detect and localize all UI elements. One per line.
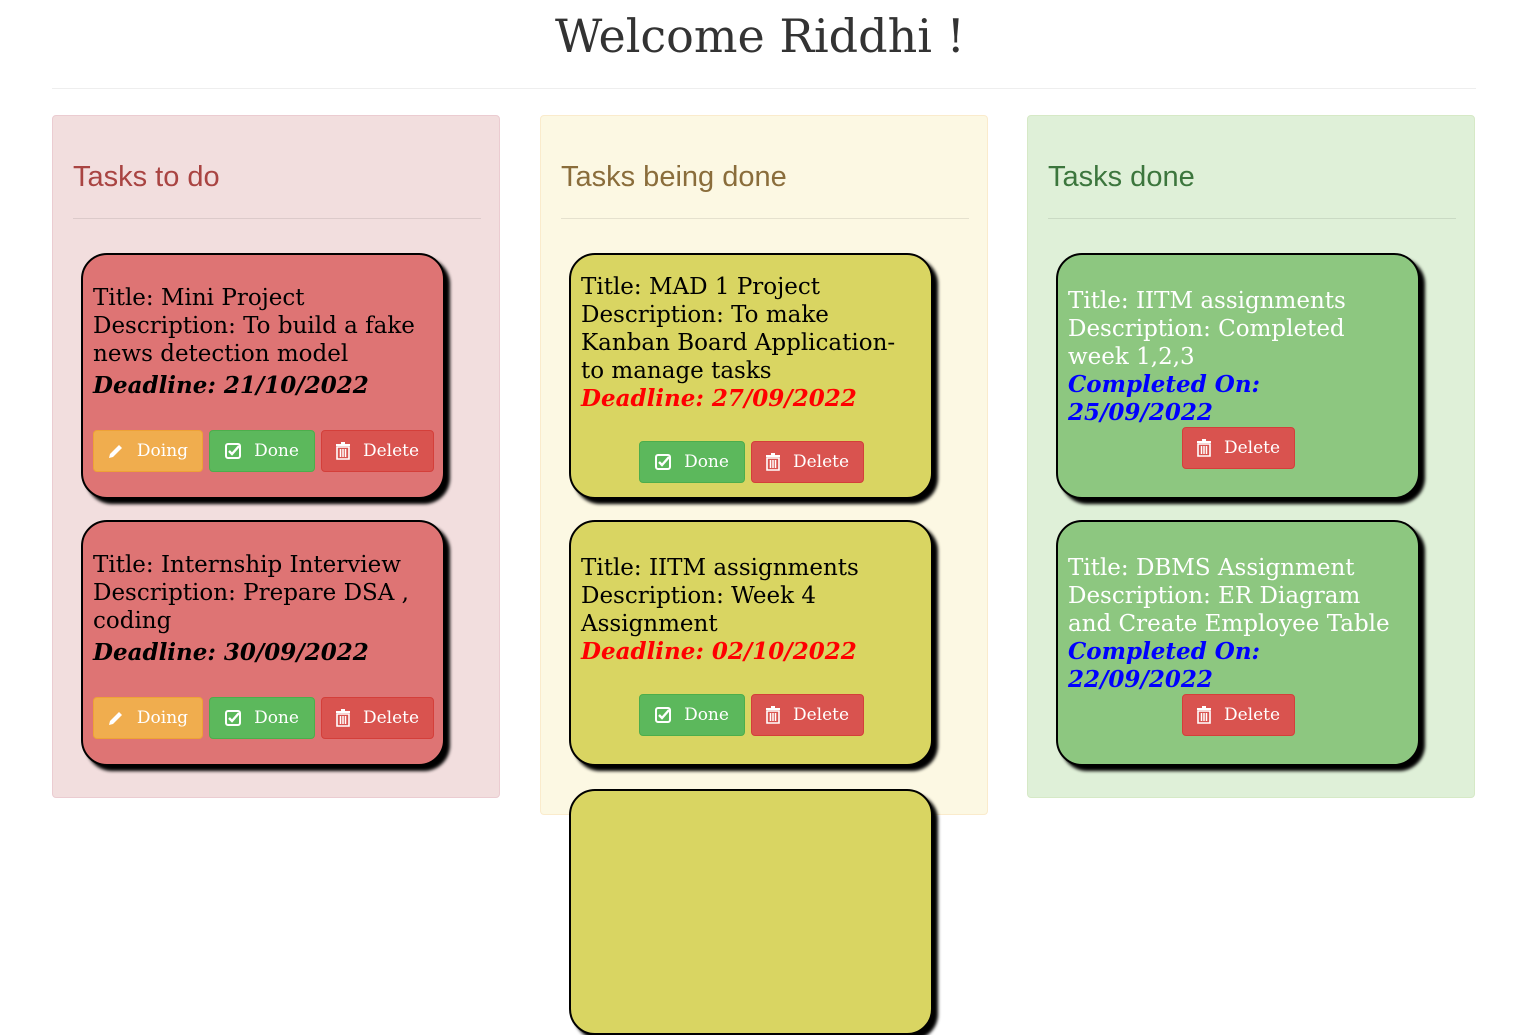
done-panel: Tasks done Title: IITM assignments Descr… [1027,115,1475,798]
task-card: Title: MAD 1 Project Description: To mak… [569,253,933,499]
check-square-icon [225,710,242,726]
task-title: Title: IITM assignments [581,555,859,581]
pencil-icon [108,712,122,725]
done-button-label: Done [254,441,299,461]
todo-divider [73,218,481,219]
delete-button[interactable]: Delete [1181,427,1295,469]
done-heading: Tasks done [1048,161,1195,193]
doing-divider [561,218,969,219]
task-deadline: Deadline: 30/09/2022 [93,639,369,666]
delete-button[interactable]: Delete [750,441,864,483]
delete-button-label: Delete [1223,438,1281,458]
doing-panel: Tasks being done Title: MAD 1 Project De… [540,115,988,1035]
doing-button[interactable]: Doing [92,430,203,472]
doing-button-label: Doing [136,708,189,728]
trash-icon [1196,706,1211,724]
task-deadline: Deadline: 27/09/2022 [581,385,857,412]
trash-icon [765,706,780,724]
task-card: Title: DBMS Assignment Description: ER D… [1056,520,1420,766]
page-title: Welcome Riddhi ! [554,9,966,63]
task-card: Title: Mini Project Description: To buil… [81,253,445,499]
task-title: Title: MAD 1 Project [581,274,821,300]
delete-button[interactable]: Delete [750,694,864,736]
trash-icon [335,442,350,460]
delete-button[interactable]: Delete [320,697,434,739]
delete-button-label: Delete [362,708,420,728]
doing-button-label: Doing [136,441,189,461]
title-divider [52,88,1476,89]
task-completed-date: Completed On: 22/09/2022 [1068,638,1261,693]
task-card: Title: IITM assignments Description: Com… [1056,253,1420,499]
done-button-label: Done [684,705,729,725]
task-title: Title: IITM assignments [1068,288,1346,314]
task-title: Title: Mini Project [93,285,305,311]
trash-icon [765,453,780,471]
task-description: Description: Prepare DSA , coding [93,580,409,634]
todo-heading: Tasks to do [73,161,220,193]
task-description: Description: ER Diagram and Create Emplo… [1068,583,1390,637]
doing-button[interactable]: Doing [92,697,203,739]
task-card: Title: IITM assignments Description: Wee… [569,520,933,766]
check-square-icon [655,454,672,470]
task-title: Title: DBMS Assignment [1068,555,1355,581]
delete-button-label: Delete [792,705,850,725]
doing-heading: Tasks being done [561,161,787,193]
delete-button[interactable]: Delete [320,430,434,472]
delete-button[interactable]: Delete [1181,694,1295,736]
pencil-icon [108,445,122,458]
delete-button-label: Delete [792,452,850,472]
task-description: Description: To make Kanban Board Applic… [581,302,896,384]
task-deadline: Deadline: 02/10/2022 [581,638,857,665]
todo-panel: Tasks to do Title: Mini Project Descript… [52,115,500,798]
done-button[interactable]: Done [208,430,315,472]
done-button[interactable]: Done [638,694,745,736]
done-button[interactable]: Done [208,697,315,739]
task-completed-date: Completed On: 25/09/2022 [1068,371,1261,426]
task-description: Description: Completed week 1,2,3 [1068,316,1345,370]
trash-icon [1196,439,1211,457]
check-square-icon [225,443,242,459]
delete-button-label: Delete [1223,705,1281,725]
task-deadline: Deadline: 21/10/2022 [93,372,369,399]
done-divider [1048,218,1456,219]
task-description: Description: Week 4 Assignment [581,583,816,637]
task-title: Title: Internship Interview [93,552,401,578]
task-card: Title: Internship Interview Description:… [81,520,445,766]
trash-icon [335,709,350,727]
done-button-label: Done [684,452,729,472]
check-square-icon [655,707,672,723]
done-button-label: Done [254,708,299,728]
done-button[interactable]: Done [638,441,745,483]
delete-button-label: Delete [362,441,420,461]
task-card-partial [569,789,933,1035]
task-description: Description: To build a fake news detect… [93,313,415,367]
